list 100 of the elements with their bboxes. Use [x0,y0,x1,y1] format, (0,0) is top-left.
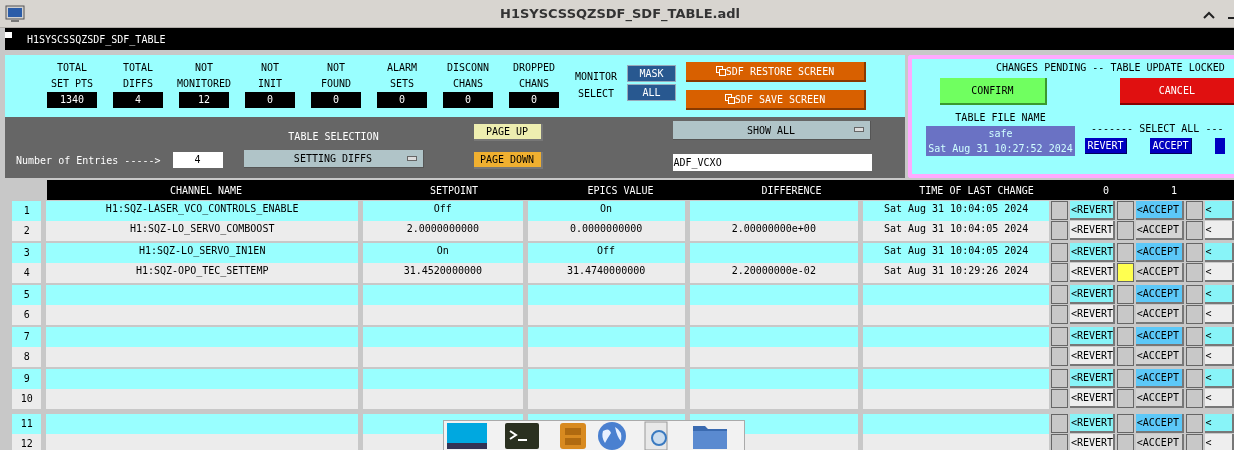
row-action-button[interactable]: < [1204,327,1234,346]
checkbox[interactable] [1051,434,1068,450]
row-action-button[interactable]: <ACCEPT [1135,347,1184,366]
row-action-button[interactable]: <REVERT [1069,389,1116,408]
row-action-button[interactable]: < [1204,201,1234,220]
row-action-button[interactable]: < [1204,285,1234,304]
page-button[interactable]: PAGE UP [473,124,543,141]
cell-text: H1:SQZ-OPO_TEC_SETTEMP [135,265,269,276]
row-action-button[interactable]: <ACCEPT [1135,201,1184,220]
checkbox[interactable] [1117,263,1134,282]
row-action-button[interactable]: <REVERT [1069,221,1116,240]
monitor-button[interactable]: MASK [627,65,676,82]
counter-label: FOUND [320,77,352,91]
table-selection-dropdown[interactable]: SETTING DIFFS [243,150,424,168]
checkbox[interactable] [1051,414,1068,433]
checkbox[interactable] [1117,327,1134,346]
checkbox[interactable] [1117,221,1134,240]
row-action-button[interactable]: <REVERT [1069,369,1116,388]
row-action-button[interactable]: <REVERT [1069,201,1116,220]
checkbox[interactable] [1185,221,1203,240]
checkbox[interactable] [1185,201,1203,220]
row-action-button[interactable]: <ACCEPT [1135,434,1184,450]
row-action-button[interactable]: <ACCEPT [1135,389,1184,408]
checkbox[interactable] [1117,285,1134,304]
screen-button[interactable]: SDF SAVE SCREEN [686,90,866,110]
filter-field[interactable]: ADF_VCXO [672,154,872,171]
row-action-button[interactable]: <REVERT [1069,285,1116,304]
row-action-button[interactable]: <ACCEPT [1135,327,1184,346]
row-action-button[interactable]: <REVERT [1069,327,1116,346]
row-action-button[interactable]: <ACCEPT [1135,243,1184,262]
checkbox[interactable] [1185,243,1203,262]
checkbox[interactable] [1117,347,1134,366]
checkbox[interactable] [1185,434,1203,450]
row-action-button[interactable]: < [1204,389,1234,408]
checkbox[interactable] [1117,305,1134,324]
counter-label: DROPPED [512,61,556,75]
checkbox[interactable] [1117,434,1134,450]
checkbox[interactable] [1051,369,1068,388]
row-action-button[interactable]: <ACCEPT [1135,369,1184,388]
row-action-button[interactable]: <ACCEPT [1135,221,1184,240]
counter-value: 0 [443,92,493,108]
confirm-button[interactable]: CONFIRM [940,78,1047,105]
checkbox[interactable] [1117,369,1134,388]
screen-button[interactable]: SDF RESTORE SCREEN [686,62,866,82]
select-all-button[interactable]: ACCEPT [1150,138,1192,154]
page-button[interactable]: PAGE DOWN [473,152,543,169]
checkbox[interactable] [1051,243,1068,262]
row-number: 4 [12,263,42,283]
row-action-button[interactable]: <ACCEPT [1135,305,1184,324]
checkbox[interactable] [1051,347,1068,366]
row-action-button[interactable]: <ACCEPT [1135,414,1184,433]
checkbox[interactable] [1051,285,1068,304]
row-action-button[interactable]: <REVERT [1069,414,1116,433]
checkbox[interactable] [1051,389,1068,408]
checkbox[interactable] [1051,221,1068,240]
counter-label: TOTAL [122,61,154,75]
counter-value: 1340 [47,92,97,108]
row-action-button[interactable]: <REVERT [1069,434,1116,450]
row-action-button[interactable]: <ACCEPT [1135,285,1184,304]
entries-label: Number of Entries -----> [16,153,161,168]
row-action-button[interactable]: <ACCEPT [1135,263,1184,282]
checkbox[interactable] [1117,201,1134,220]
cell-text: Off [597,245,616,256]
checkbox[interactable] [1185,347,1203,366]
file-name-value: safe [926,126,1075,141]
cell-text: H1:SQZ-LASER_VCO_CONTROLS_ENABLE [105,203,299,214]
checkbox[interactable] [1051,263,1068,282]
row-action-button[interactable]: < [1204,434,1234,450]
row-action-button[interactable]: < [1204,221,1234,240]
row-action-button[interactable]: <REVERT [1069,305,1116,324]
show-all-dropdown[interactable]: SHOW ALL [672,121,871,140]
row-action-button[interactable]: < [1204,243,1234,262]
row-action-button[interactable]: < [1204,369,1234,388]
checkbox[interactable] [1185,327,1203,346]
checkbox[interactable] [1051,201,1068,220]
row-action-button[interactable]: < [1204,263,1234,282]
checkbox[interactable] [1185,369,1203,388]
monitor-select-label: SELECT [577,87,615,101]
checkbox[interactable] [1117,243,1134,262]
row-action-button[interactable]: < [1204,414,1234,433]
checkbox[interactable] [1185,263,1203,282]
row-action-button[interactable]: <REVERT [1069,347,1116,366]
checkbox[interactable] [1185,285,1203,304]
select-all-button[interactable]: REVERT [1085,138,1127,154]
row-action-button[interactable]: <REVERT [1069,263,1116,282]
monitor-icon [5,3,25,24]
checkbox[interactable] [1051,305,1068,324]
checkbox[interactable] [1051,327,1068,346]
checkbox[interactable] [1117,389,1134,408]
checkbox[interactable] [1185,414,1203,433]
checkbox[interactable] [1185,389,1203,408]
monitor-button[interactable]: ALL [627,84,676,101]
row-action-button[interactable]: < [1204,305,1234,324]
row-action-button[interactable]: <REVERT [1069,243,1116,262]
cancel-button[interactable]: CANCEL [1119,78,1234,105]
cell-text: 2.0000000000 [406,223,479,234]
entries-value: 4 [172,152,223,168]
checkbox[interactable] [1117,414,1134,433]
row-action-button[interactable]: < [1204,347,1234,366]
checkbox[interactable] [1185,305,1203,324]
